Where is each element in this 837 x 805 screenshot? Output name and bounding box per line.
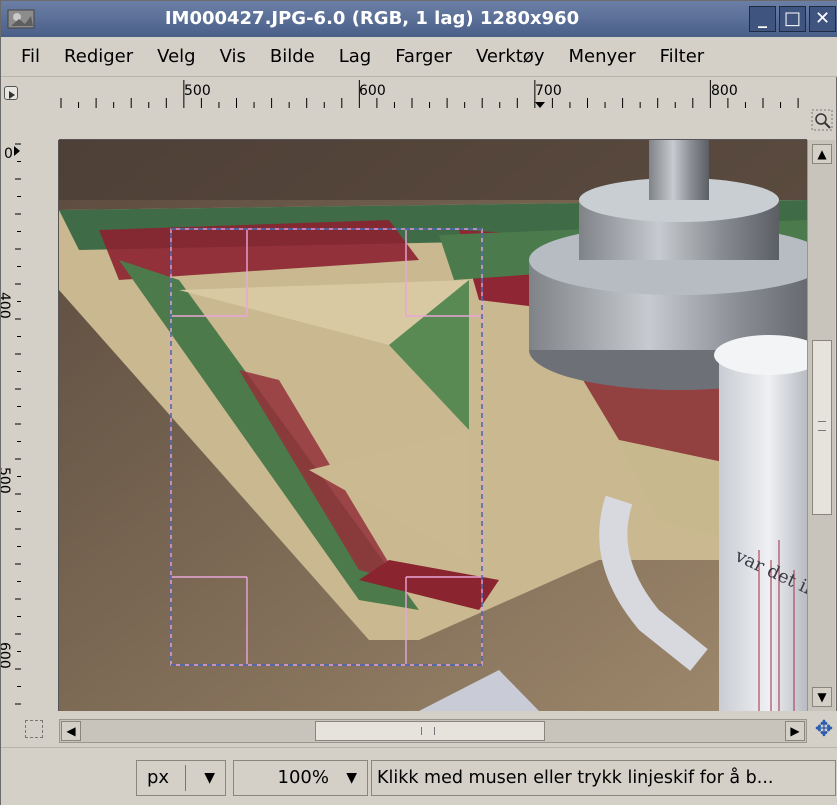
grip-icon xyxy=(421,727,435,735)
scroll-left-button[interactable]: ◀ xyxy=(61,721,81,741)
unit-value: px xyxy=(147,767,170,788)
pointer-marker-icon xyxy=(535,102,545,108)
unit-selector[interactable]: px ▼ xyxy=(136,760,226,796)
status-bar: px ▼ 100% ▼ Klikk med musen eller trykk … xyxy=(1,747,837,805)
grip-icon xyxy=(818,421,826,431)
vertical-scroll-thumb[interactable] xyxy=(812,340,832,515)
hruler-label-700: 700 xyxy=(535,83,562,99)
horizontal-scrollbar[interactable]: ◀ ▶ xyxy=(59,719,807,743)
chevron-down-icon: ▼ xyxy=(204,770,215,786)
status-message: Klikk med musen eller trykk linjeskif fo… xyxy=(371,760,836,796)
scroll-down-button[interactable]: ▼ xyxy=(812,687,832,707)
maximize-button[interactable]: □ xyxy=(779,6,806,32)
hruler-label-500: 500 xyxy=(184,83,211,99)
menu-fil[interactable]: Fil xyxy=(1,37,52,77)
vruler-label-500: 500 xyxy=(1,467,12,494)
ruler-corner xyxy=(1,78,21,140)
vruler-pointer-icon xyxy=(14,146,20,156)
window-title: IM000427.JPG-6.0 (RGB, 1 lag) 1280x960 xyxy=(164,8,580,29)
dropdown-separator xyxy=(185,765,186,791)
quick-mask-icon[interactable] xyxy=(25,720,43,738)
menu-rediger[interactable]: Rediger xyxy=(52,37,145,77)
hruler-label-800: 800 xyxy=(711,83,738,99)
zoom-value: 100% xyxy=(277,767,329,788)
vertical-ruler[interactable]: 0 400 500 600 xyxy=(1,140,59,711)
scroll-right-button[interactable]: ▶ xyxy=(785,721,805,741)
close-button[interactable]: ✕ xyxy=(809,6,836,32)
navigate-icon[interactable]: ✥ xyxy=(811,717,837,743)
image-canvas[interactable]: var det il xyxy=(59,140,807,711)
chevron-down-icon: ▼ xyxy=(346,770,357,786)
minimize-button[interactable]: _ xyxy=(749,6,776,32)
menu-triangle-icon[interactable] xyxy=(4,86,18,100)
menu-bar: Fil Rediger Velg Vis Bilde Lag Farger Ve… xyxy=(1,37,837,77)
vertical-scrollbar[interactable]: ▲ ▼ xyxy=(807,140,835,711)
menu-bilde[interactable]: Bilde xyxy=(258,37,327,77)
scroll-up-button[interactable]: ▲ xyxy=(812,144,832,164)
menu-velg[interactable]: Velg xyxy=(145,37,207,77)
vruler-label-600: 600 xyxy=(1,642,12,669)
hruler-label-600: 600 xyxy=(359,83,386,99)
menu-farger[interactable]: Farger xyxy=(383,37,464,77)
zoom-fit-icon[interactable] xyxy=(809,107,835,133)
zoom-selector[interactable]: 100% ▼ xyxy=(233,760,368,796)
menu-lag[interactable]: Lag xyxy=(327,37,383,77)
menu-vis[interactable]: Vis xyxy=(208,37,258,77)
menu-menyer[interactable]: Menyer xyxy=(556,37,647,77)
menu-verktoy[interactable]: Verktøy xyxy=(464,37,557,77)
vruler-label-400: 400 xyxy=(1,292,12,319)
menu-filter[interactable]: Filter xyxy=(648,37,717,77)
bottom-scroll-row: ◀ ▶ ✥ xyxy=(1,711,837,747)
horizontal-ruler[interactable]: 500 600 700 800 xyxy=(59,78,807,140)
gimp-image-window: IM000427.JPG-6.0 (RGB, 1 lag) 1280x960 _… xyxy=(0,0,837,805)
horizontal-scroll-thumb[interactable] xyxy=(315,721,545,741)
title-bar[interactable]: IM000427.JPG-6.0 (RGB, 1 lag) 1280x960 _… xyxy=(1,1,837,37)
vruler-label-0: 0 xyxy=(4,146,13,162)
